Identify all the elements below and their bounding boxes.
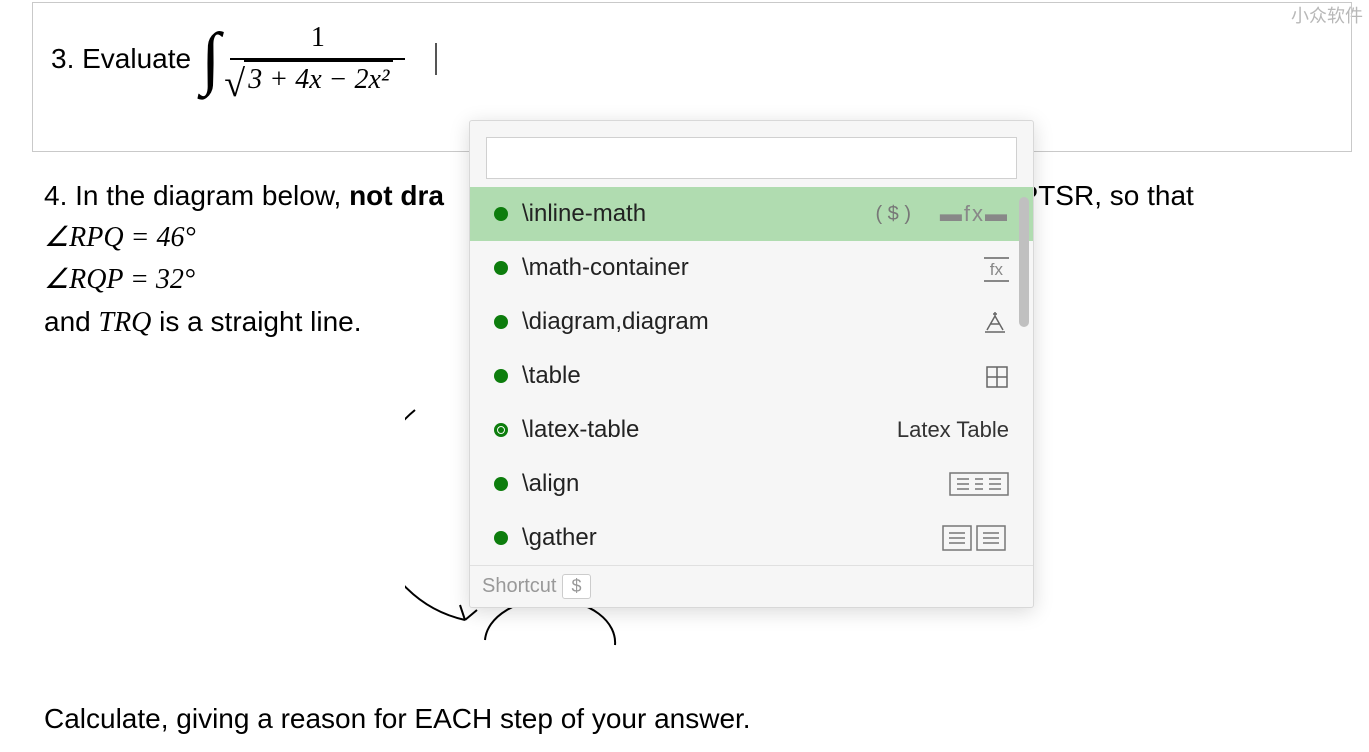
popup-item-table[interactable]: \table <box>470 349 1033 403</box>
popup-item-inline-math[interactable]: \inline-math ( $ ) ▬fx▬ <box>470 187 1033 241</box>
bullet-ring-icon <box>494 423 508 437</box>
popup-footer: Shortcut $ <box>470 565 1033 607</box>
math-container-icon: fx <box>929 255 1009 281</box>
table-icon <box>929 363 1009 389</box>
shortcut-key-badge: $ <box>562 574 590 599</box>
popup-item-label: \latex-table <box>522 416 869 444</box>
popup-item-label: \align <box>522 470 929 498</box>
bottom-instruction: Calculate, giving a reason for EACH step… <box>44 703 751 735</box>
diagram-icon <box>929 308 1009 335</box>
popup-item-align[interactable]: \align <box>470 457 1033 511</box>
q3-radicand: 3 + 4x − 2x² <box>244 60 393 95</box>
popup-item-hint: ( $ ) <box>875 203 911 226</box>
popup-item-label: \inline-math <box>522 200 875 228</box>
q4-line3: and TRQ is a straight line. <box>44 306 362 337</box>
integral-sign: ∫ <box>201 24 220 94</box>
bullet-icon <box>494 261 508 275</box>
text-cursor <box>435 43 437 75</box>
footer-label: Shortcut <box>482 575 556 598</box>
popup-item-gather[interactable]: \gather <box>470 511 1033 565</box>
popup-item-diagram[interactable]: \diagram,diagram <box>470 295 1033 349</box>
bullet-icon <box>494 477 508 491</box>
popup-item-math-container[interactable]: \math-container fx <box>470 241 1033 295</box>
bullet-icon <box>494 315 508 329</box>
q4-line1-a: 4. In the diagram below, <box>44 180 349 211</box>
q4-line1-b: PTSR, so that <box>1020 180 1194 211</box>
math-insert-popup: \inline-math ( $ ) ▬fx▬ \math-container … <box>469 120 1034 608</box>
q3-numerator: 1 <box>230 18 405 60</box>
popup-item-label: \table <box>522 362 929 390</box>
latex-table-text: Latex Table <box>869 417 1009 443</box>
q4-bold: not dra <box>349 180 444 211</box>
popup-item-label: \gather <box>522 524 929 552</box>
scrollbar-thumb[interactable] <box>1019 197 1029 327</box>
bullet-icon <box>494 207 508 221</box>
popup-list[interactable]: \inline-math ( $ ) ▬fx▬ \math-container … <box>470 187 1033 565</box>
inline-math-icon: ▬fx▬ <box>929 201 1009 227</box>
popup-search-input[interactable] <box>486 137 1017 179</box>
popup-item-label: \diagram,diagram <box>522 308 929 336</box>
popup-item-label: \math-container <box>522 254 929 282</box>
bullet-icon <box>494 369 508 383</box>
popup-item-latex-table[interactable]: \latex-table Latex Table <box>470 403 1033 457</box>
q3-prefix: 3. Evaluate <box>51 43 191 75</box>
gather-icon <box>929 523 1009 553</box>
bullet-icon <box>494 531 508 545</box>
align-icon <box>929 470 1009 498</box>
